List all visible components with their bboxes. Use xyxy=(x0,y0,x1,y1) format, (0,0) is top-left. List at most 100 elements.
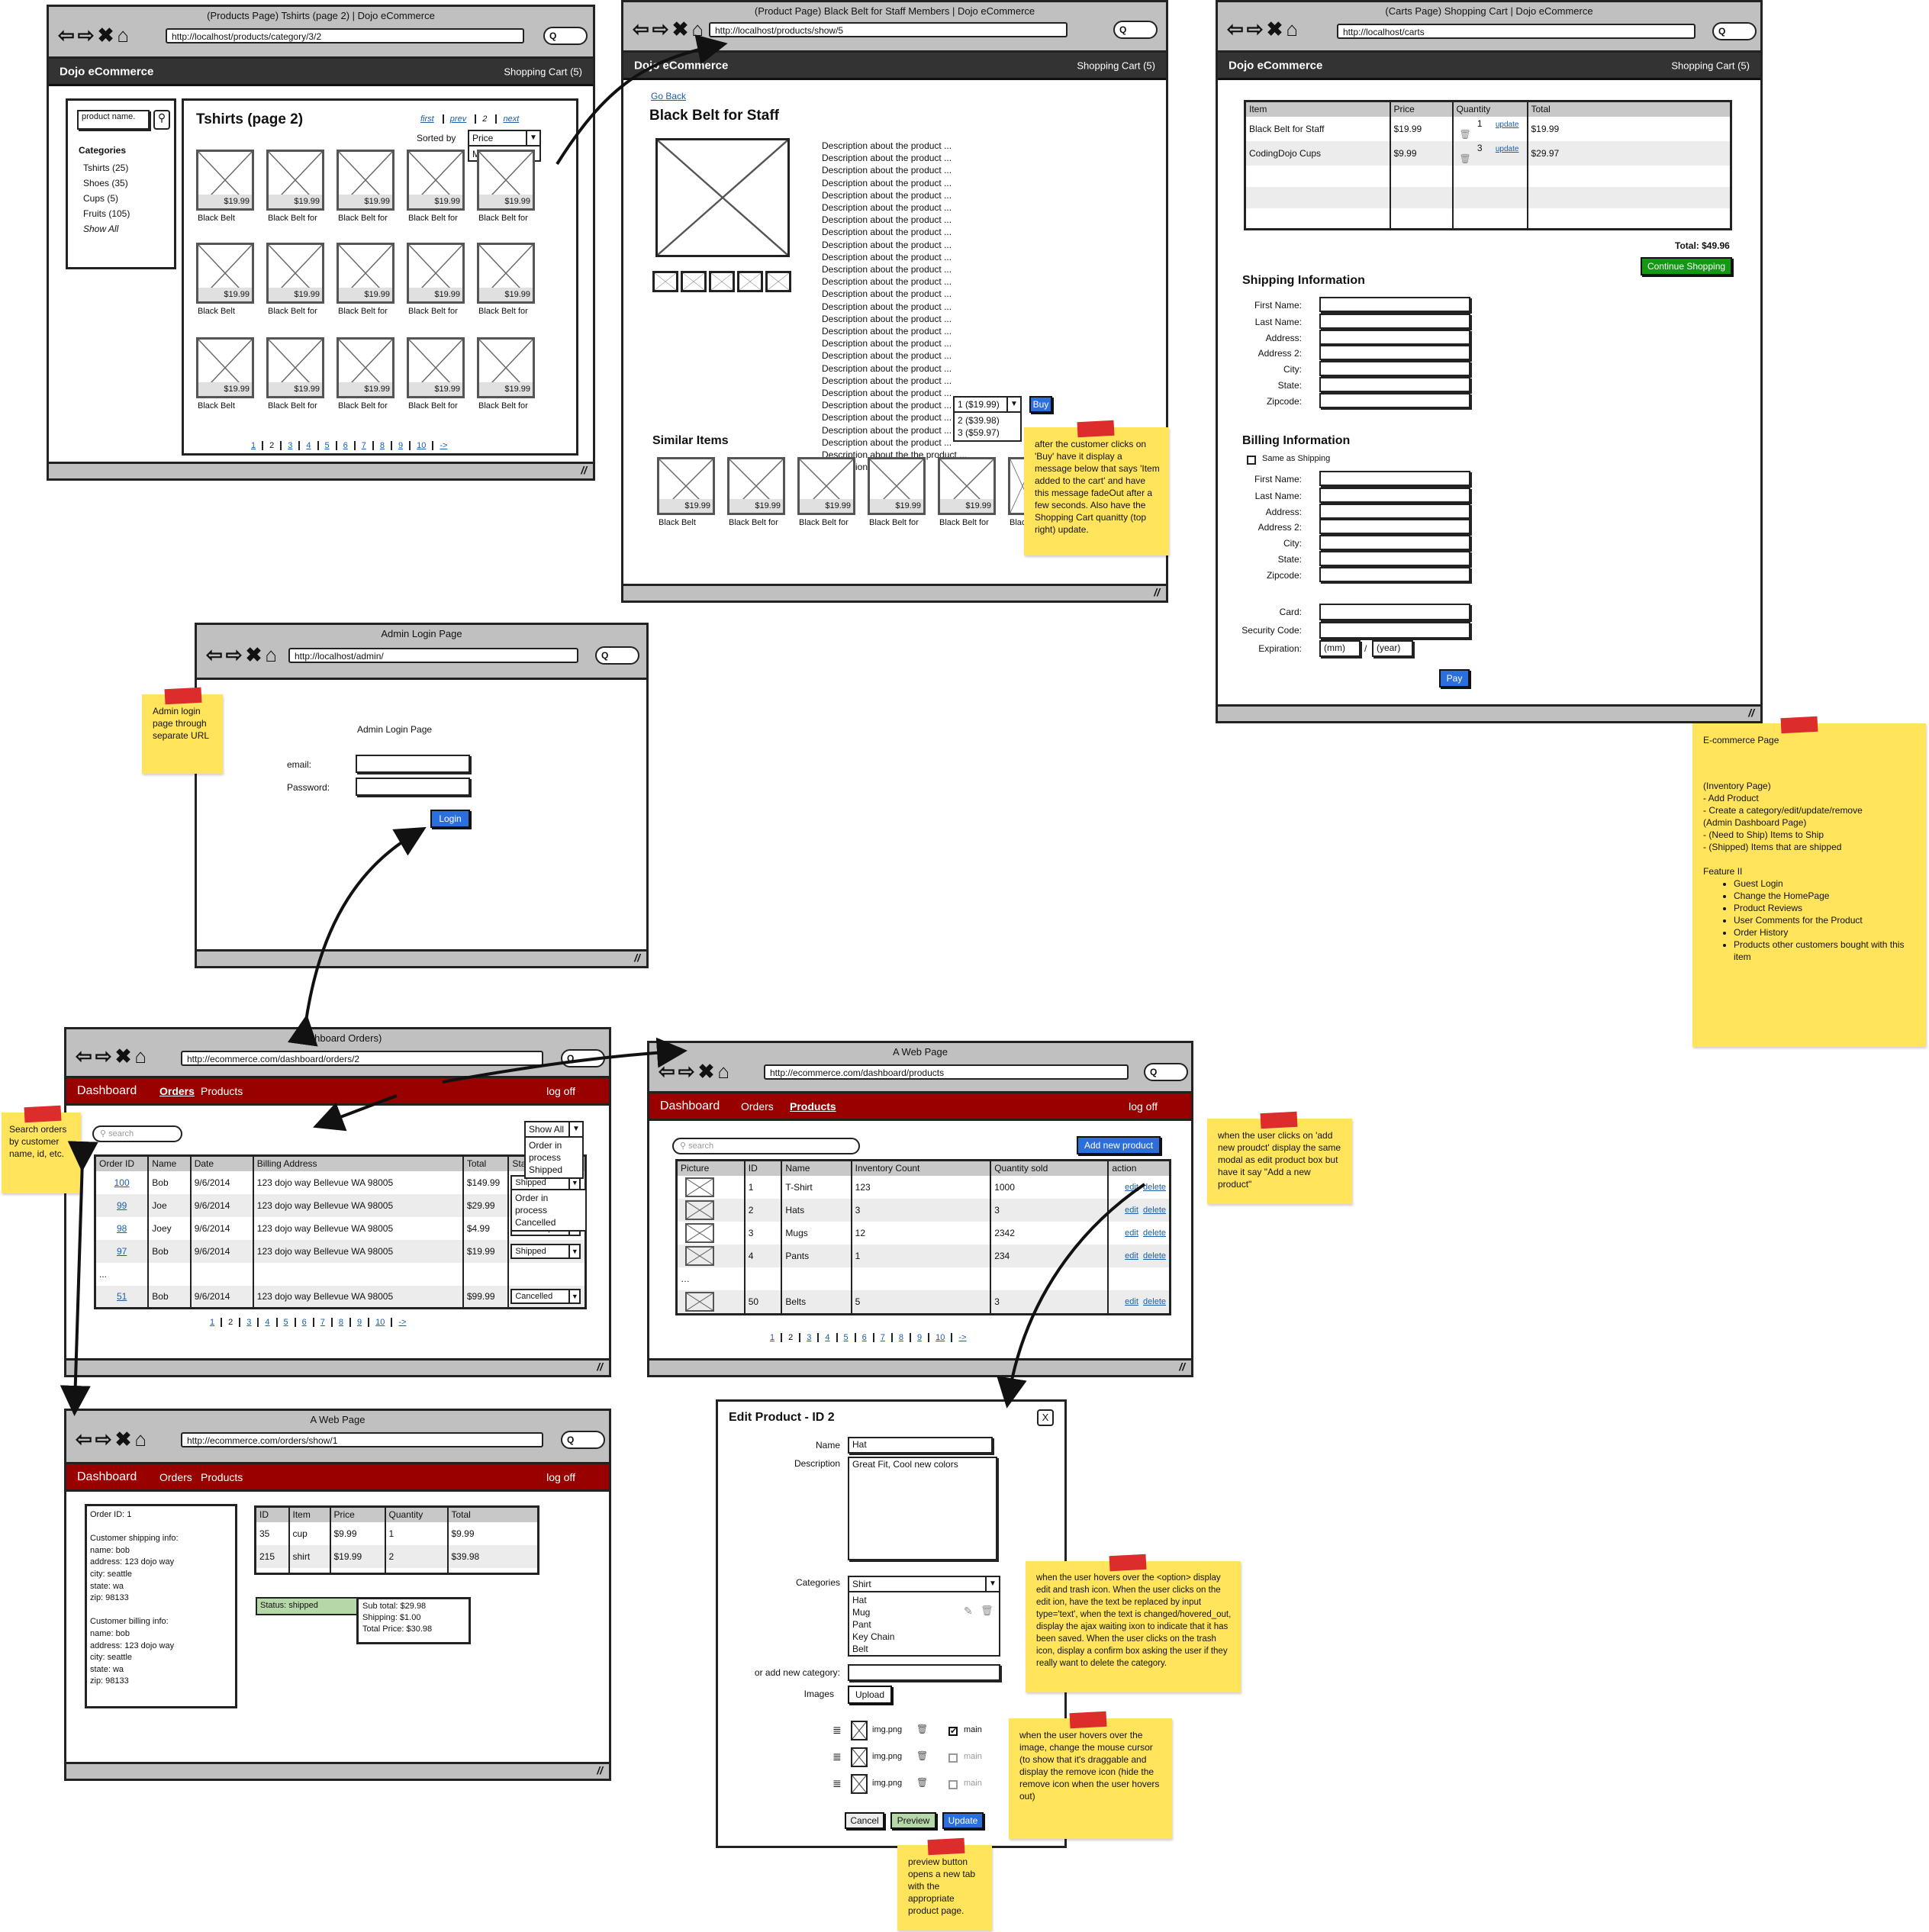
edit-link[interactable]: edit xyxy=(1125,1297,1138,1306)
trash-icon[interactable]: 🗑 xyxy=(981,1605,993,1617)
pager-link[interactable]: -> xyxy=(433,441,453,450)
pager-link[interactable]: 8 xyxy=(333,1318,351,1327)
security-code-input[interactable] xyxy=(1319,622,1470,639)
search-icon[interactable]: ⚲ xyxy=(153,110,170,130)
browser-nav-icons[interactable]: ⇦⇨✖⌂ xyxy=(58,25,132,45)
trash-icon[interactable]: 🗑 xyxy=(916,1724,928,1734)
pager-link[interactable]: 10 xyxy=(929,1333,953,1342)
orders-search-input[interactable]: ⚲ search xyxy=(92,1125,182,1142)
continue-shopping-button[interactable]: Continue Shopping xyxy=(1641,257,1732,275)
same-as-shipping-checkbox[interactable] xyxy=(1247,456,1256,465)
edit-link[interactable]: edit xyxy=(1125,1251,1138,1261)
description-textarea[interactable]: Great Fit, Cool new colors xyxy=(848,1457,997,1560)
status-filter-select[interactable]: Show All ▼ xyxy=(524,1121,584,1138)
nav-logoff[interactable]: log off xyxy=(546,1471,575,1483)
pager-link[interactable]: 10 xyxy=(369,1318,393,1327)
url-bar[interactable]: http://localhost/products/show/5 xyxy=(709,22,1068,37)
order-id-link[interactable]: 99 xyxy=(117,1200,127,1211)
url-bar[interactable]: http://ecommerce.com/dashboard/products xyxy=(764,1064,1129,1080)
pager-link[interactable]: 7 xyxy=(314,1318,333,1327)
product-card[interactable]: $19.99 Black Belt for xyxy=(266,243,326,324)
update-link[interactable]: update xyxy=(1496,145,1519,153)
product-card[interactable]: $19.99 Black Belt for xyxy=(407,337,466,418)
delete-link[interactable]: delete xyxy=(1143,1206,1166,1215)
category-item[interactable]: Shoes (35) xyxy=(83,175,130,191)
edit-link[interactable]: edit xyxy=(1125,1206,1138,1215)
product-card[interactable]: $19.99 Black Belt xyxy=(196,337,256,418)
products-search-input[interactable]: ⚲ search xyxy=(672,1138,860,1154)
delete-link[interactable]: delete xyxy=(1143,1297,1166,1306)
pager-link[interactable]: 3 xyxy=(240,1318,259,1327)
new-category-input[interactable] xyxy=(848,1664,1000,1681)
card-input[interactable] xyxy=(1319,604,1470,620)
nav-products[interactable]: Products xyxy=(201,1085,243,1097)
pager-link[interactable]: 7 xyxy=(356,441,374,450)
drag-handle-icon[interactable]: ≣ xyxy=(832,1750,842,1763)
status-select[interactable]: Cancelled ▼ xyxy=(510,1288,581,1304)
expiration-month-input[interactable]: (mm) xyxy=(1319,640,1361,657)
nav-products[interactable]: Products xyxy=(201,1471,243,1483)
update-link[interactable]: update xyxy=(1496,121,1519,129)
login-button[interactable]: Login xyxy=(430,810,470,828)
category-option[interactable]: Mug xyxy=(852,1606,996,1618)
browser-search-icon[interactable]: Q xyxy=(595,646,639,665)
image-row[interactable]: ≣ img.png 🗑 ✔ main xyxy=(832,1721,1000,1742)
bill-input[interactable] xyxy=(1319,551,1470,566)
pager-link[interactable]: 5 xyxy=(838,1333,856,1342)
similar-item-image[interactable]: $19.99 xyxy=(797,457,855,515)
browser-search-icon[interactable]: Q xyxy=(561,1049,605,1067)
pager-link[interactable]: 8 xyxy=(893,1333,911,1342)
pager-link[interactable]: 4 xyxy=(819,1333,838,1342)
go-back-link[interactable]: Go Back xyxy=(651,91,686,101)
pager-prev[interactable]: prev xyxy=(450,114,466,124)
product-card[interactable]: $19.99 Black Belt for xyxy=(407,150,466,230)
pager-link[interactable]: 4 xyxy=(300,441,319,450)
add-new-product-button[interactable]: Add new product xyxy=(1077,1136,1161,1154)
browser-search-icon[interactable]: Q xyxy=(1712,22,1757,40)
similar-item-image[interactable]: $19.99 xyxy=(868,457,926,515)
main-checkbox[interactable] xyxy=(948,1753,958,1763)
trash-icon[interactable]: 🗑 xyxy=(916,1777,928,1788)
ship-input[interactable] xyxy=(1319,377,1470,392)
order-id-link[interactable]: 100 xyxy=(114,1177,130,1188)
pager-link[interactable]: 6 xyxy=(296,1318,314,1327)
name-input[interactable]: Hat xyxy=(848,1437,993,1454)
resize-grip-icon[interactable]: // xyxy=(1154,586,1160,598)
preview-button[interactable]: Preview xyxy=(890,1812,936,1829)
pencil-icon[interactable]: ✎ xyxy=(964,1605,973,1617)
pay-button[interactable]: Pay xyxy=(1439,669,1470,687)
ship-input[interactable] xyxy=(1319,393,1470,408)
browser-search-icon[interactable]: Q xyxy=(1144,1063,1188,1081)
browser-search-icon[interactable]: Q xyxy=(561,1431,605,1449)
url-bar[interactable]: http://ecommerce.com/dashboard/orders/2 xyxy=(181,1051,543,1066)
similar-item-image[interactable]: $19.99 xyxy=(727,457,785,515)
image-row[interactable]: ≣ img.png 🗑 main xyxy=(832,1774,1000,1795)
product-card[interactable]: $19.99 Black Belt xyxy=(196,243,256,324)
nav-logoff[interactable]: log off xyxy=(546,1085,575,1097)
order-id-link[interactable]: 97 xyxy=(117,1246,127,1257)
nav-logoff[interactable]: log off xyxy=(1129,1100,1158,1113)
image-row[interactable]: ≣ img.png 🗑 main xyxy=(832,1747,1000,1769)
thumbnail[interactable] xyxy=(652,271,678,292)
pager-link[interactable]: 4 xyxy=(259,1318,278,1327)
pager-link[interactable]: 9 xyxy=(911,1333,930,1342)
bill-input[interactable] xyxy=(1319,487,1470,503)
product-card[interactable]: $19.99 Black Belt for xyxy=(337,150,396,230)
browser-nav-icons[interactable]: ⇦⇨✖⌂ xyxy=(633,19,707,39)
resize-grip-icon[interactable]: // xyxy=(597,1764,603,1776)
ship-input[interactable] xyxy=(1319,345,1470,360)
show-all-link[interactable]: Show All xyxy=(83,221,130,237)
status-option[interactable]: Cancelled xyxy=(515,1216,582,1228)
trash-icon[interactable]: 🗑 xyxy=(1460,129,1471,140)
main-checkbox[interactable] xyxy=(948,1780,958,1789)
browser-search-icon[interactable]: Q xyxy=(1113,21,1158,39)
filter-option[interactable]: Shipped xyxy=(529,1164,579,1176)
pager-link[interactable]: -> xyxy=(952,1333,972,1342)
order-id-link[interactable]: 98 xyxy=(117,1223,127,1234)
bill-input[interactable] xyxy=(1319,504,1470,519)
browser-nav-icons[interactable]: ⇦⇨✖⌂ xyxy=(659,1061,733,1081)
ship-input[interactable] xyxy=(1319,313,1470,329)
resize-grip-icon[interactable]: // xyxy=(1179,1360,1185,1373)
url-bar[interactable]: http://localhost/products/category/3/2 xyxy=(166,28,524,43)
order-id-link[interactable]: 51 xyxy=(117,1291,127,1302)
